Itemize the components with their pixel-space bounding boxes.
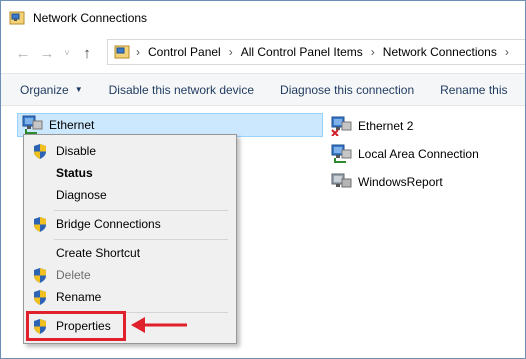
- disable-device-button[interactable]: Disable this network device: [109, 83, 254, 97]
- address-row: ← → ˅ ↑ › Control Panel › All Control Pa…: [1, 35, 525, 71]
- title-bar: Network Connections: [1, 1, 525, 35]
- dropdown-caret-icon: ▼: [74, 85, 83, 94]
- breadcrumb-all-items[interactable]: All Control Panel Items: [241, 45, 363, 59]
- menu-separator: [54, 239, 228, 240]
- network-connections-icon: [9, 11, 25, 25]
- network-adapter-icon: [22, 115, 43, 134]
- menu-item-label: Status: [56, 166, 93, 180]
- rename-button[interactable]: Rename this: [440, 83, 507, 97]
- menu-item-status[interactable]: Status: [24, 162, 236, 184]
- rename-label: Rename this: [440, 82, 508, 97]
- uac-shield-icon: [34, 290, 46, 305]
- chevron-down-icon[interactable]: ˅: [59, 41, 75, 65]
- annotation-arrow-icon: [131, 317, 187, 333]
- forward-arrow-icon[interactable]: →: [35, 41, 59, 65]
- connection-local-area[interactable]: Local Area Connection: [327, 142, 479, 166]
- diagnose-button[interactable]: Diagnose this connection: [280, 83, 414, 97]
- network-adapter-icon: [331, 144, 352, 163]
- network-adapter-disconnected-icon: [331, 116, 352, 136]
- menu-item-label: Diagnose: [56, 188, 107, 202]
- connection-label: Ethernet 2: [358, 119, 414, 133]
- back-arrow-icon[interactable]: ←: [11, 41, 35, 65]
- menu-item-label: Rename: [56, 290, 102, 304]
- connection-label: Local Area Connection: [358, 147, 479, 161]
- organize-button[interactable]: Organize ▼: [20, 83, 83, 97]
- control-panel-icon: [114, 45, 130, 59]
- uac-shield-icon: [34, 268, 46, 283]
- connection-ethernet-2[interactable]: Ethernet 2: [327, 114, 413, 138]
- menu-item-disable[interactable]: Disable: [24, 140, 236, 162]
- menu-item-bridge-connections[interactable]: Bridge Connections: [24, 213, 236, 235]
- organize-label: Organize: [20, 82, 69, 97]
- disable-device-label: Disable this network device: [108, 82, 255, 97]
- menu-item-diagnose[interactable]: Diagnose: [24, 184, 236, 206]
- menu-item-label: Disable: [56, 144, 97, 158]
- diagnose-label: Diagnose this connection: [280, 82, 415, 97]
- menu-item-label: Create Shortcut: [56, 246, 141, 260]
- connection-windowsreport[interactable]: WindowsReport: [327, 170, 443, 194]
- breadcrumb-control-panel[interactable]: Control Panel: [148, 45, 221, 59]
- command-bar: Organize ▼ Disable this network device D…: [1, 73, 525, 106]
- connection-label: Ethernet: [49, 118, 95, 132]
- explorer-window: Network Connections ← → ˅ ↑ › Control Pa…: [0, 0, 526, 359]
- annotation-highlight-box: [26, 311, 126, 341]
- window-title: Network Connections: [33, 11, 148, 25]
- menu-item-label: Bridge Connections: [56, 217, 161, 231]
- uac-shield-icon: [34, 217, 46, 232]
- menu-separator: [54, 210, 228, 211]
- uac-shield-icon: [34, 144, 46, 159]
- breadcrumb-separator[interactable]: ›: [229, 45, 233, 59]
- menu-item-create-shortcut[interactable]: Create Shortcut: [24, 242, 236, 264]
- address-bar[interactable]: › Control Panel › All Control Panel Item…: [107, 39, 525, 65]
- breadcrumb-separator[interactable]: ›: [136, 45, 140, 59]
- menu-item-delete: Delete: [24, 264, 236, 286]
- menu-item-rename[interactable]: Rename: [24, 286, 236, 308]
- breadcrumb-separator[interactable]: ›: [371, 45, 375, 59]
- breadcrumb-separator[interactable]: ›: [505, 45, 509, 59]
- up-arrow-icon[interactable]: ↑: [75, 41, 99, 65]
- vpn-connection-icon: [331, 173, 352, 188]
- connection-label: WindowsReport: [358, 175, 443, 189]
- menu-item-label: Delete: [56, 268, 91, 282]
- breadcrumb-network-connections[interactable]: Network Connections: [383, 45, 497, 59]
